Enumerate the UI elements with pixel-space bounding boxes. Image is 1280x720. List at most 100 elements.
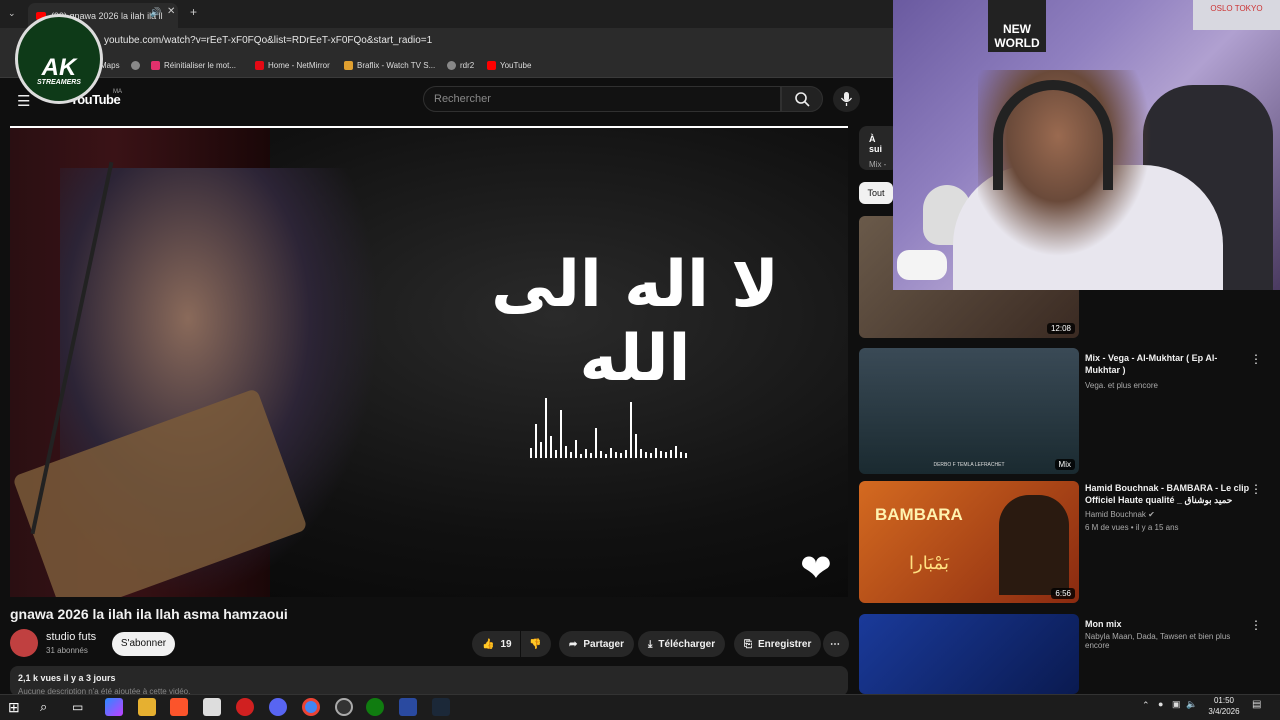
waveform-bar <box>545 398 547 458</box>
playlist-sub: Mix - g <box>869 160 887 170</box>
search-icon <box>795 92 810 107</box>
waveform-bar <box>595 428 597 458</box>
waveform-bar <box>565 446 567 458</box>
webcam-overlay: NEW WORLD OSLO TOKYO <box>893 0 1280 290</box>
related-title[interactable]: Hamid Bouchnak - BAMBARA - Le clip Offic… <box>1085 482 1250 506</box>
brave-icon[interactable] <box>170 698 188 716</box>
steam-icon[interactable] <box>432 698 450 716</box>
dislike-button[interactable]: 👎 <box>521 631 551 657</box>
globe-icon <box>131 61 140 70</box>
video-arabic-overlay: لا اله الى الله <box>491 248 779 396</box>
share-button[interactable]: ➦ Partager <box>559 631 634 657</box>
bookmark-netmirror[interactable]: Home - NetMirror <box>255 61 330 70</box>
windows-taskbar <box>0 694 1280 720</box>
search-input[interactable]: Rechercher <box>423 86 781 112</box>
waveform-bar <box>590 453 592 458</box>
tray-chevron-icon[interactable]: ⌃ <box>1142 700 1150 711</box>
url-field[interactable]: youtube.com/watch?v=rEeT-xF0FQo&list=RDr… <box>104 35 432 46</box>
waveform-bar <box>635 434 637 458</box>
waveform-bar <box>630 402 632 458</box>
taskbar-search-icon[interactable]: ⌕ <box>40 698 58 716</box>
related-thumbnail-3[interactable]: BAMBARA بَمْبَارا 6:56 <box>859 481 1079 603</box>
waveform-bar <box>655 448 657 458</box>
bookmark-label: rdr2 <box>460 61 475 70</box>
waveform-bar <box>660 451 662 458</box>
related-title[interactable]: Mon mix <box>1085 618 1250 630</box>
volume-icon[interactable]: 🔈 <box>1186 699 1197 710</box>
voice-search-button[interactable] <box>833 86 860 112</box>
waveform-bar <box>580 454 582 458</box>
waveform-bar <box>555 450 557 458</box>
channel-name-text: Hamid Bouchnak <box>1085 510 1146 519</box>
windows-start-icon[interactable]: ⊞ <box>8 698 26 716</box>
channel-avatar[interactable] <box>10 629 38 657</box>
headset <box>993 80 1113 190</box>
bookmark-maps[interactable]: Maps <box>100 61 120 70</box>
thumbnail-text: BAMBARA <box>875 505 963 524</box>
search-button[interactable] <box>781 86 823 112</box>
related-title[interactable]: Mix - Vega - Al-Mukhtar ( Ep Al-Mukhtar … <box>1085 352 1250 376</box>
discord-icon[interactable] <box>269 698 287 716</box>
close-tab-icon[interactable]: ✕ <box>167 6 175 17</box>
share-icon: ➦ <box>569 638 578 650</box>
waveform-bar <box>610 448 612 458</box>
region-code: MA <box>113 89 122 95</box>
related-channel: Nabyla Maan, Dada, Tawsen et bien plus e… <box>1085 632 1231 650</box>
waveform-bar <box>640 449 642 458</box>
video-duration: 6:56 <box>1051 588 1075 599</box>
more-actions-button[interactable]: ⋯ <box>823 631 849 657</box>
like-button[interactable]: 👍 19 <box>472 631 520 657</box>
bookmark-instagram[interactable]: Réinitialiser le mot... <box>151 61 236 70</box>
speaker-icon[interactable]: 🔊 <box>150 7 161 18</box>
like-count: 19 <box>500 638 512 650</box>
filter-chip-all[interactable]: Tout <box>859 182 893 204</box>
bookmark-icon: ⎘ <box>744 638 752 650</box>
save-button[interactable]: ⎘ Enregistrer <box>734 631 822 657</box>
notification-icon[interactable]: ▤ <box>1252 699 1261 710</box>
game-controller <box>897 250 947 280</box>
app-icon-red[interactable] <box>236 698 254 716</box>
file-explorer-icon[interactable] <box>138 698 156 716</box>
instagram-icon <box>151 61 160 70</box>
thumbnail-person <box>999 495 1069 595</box>
related-thumbnail-2[interactable]: DERBO F TEMLA LEFRACHET Mix <box>859 348 1079 474</box>
subscribe-button[interactable]: S'abonner <box>112 632 175 656</box>
bookmark-rdr2[interactable]: rdr2 <box>447 61 474 70</box>
globe-icon <box>447 61 456 70</box>
bookmark-braflix[interactable]: Braflix - Watch TV S... <box>344 61 435 70</box>
new-tab-icon[interactable]: + <box>190 5 197 19</box>
related-thumbnail-4[interactable] <box>859 614 1079 694</box>
verified-icon: ✔ <box>1148 510 1155 519</box>
copilot-icon[interactable] <box>105 698 123 716</box>
app-icon-circle[interactable] <box>335 698 353 716</box>
more-vertical-icon[interactable]: ⋮ <box>1250 482 1262 496</box>
video-player[interactable]: لا اله الى الله ❤ <box>10 126 848 597</box>
bookmark-label: Maps <box>100 61 120 70</box>
channel-name[interactable]: studio futs <box>46 631 96 643</box>
netmirror-icon <box>255 61 264 70</box>
menu-icon[interactable]: ☰ <box>17 92 30 110</box>
waveform-bar <box>575 440 577 458</box>
clock-time: 01:50 <box>1213 696 1235 705</box>
more-vertical-icon[interactable]: ⋮ <box>1250 618 1262 632</box>
xbox-icon[interactable] <box>366 698 384 716</box>
chrome-icon[interactable] <box>302 698 320 716</box>
store-icon[interactable] <box>203 698 221 716</box>
tray-mic-icon[interactable]: ● <box>1158 699 1163 709</box>
views-and-date: 2,1 k vues il y a 3 jours <box>18 673 116 683</box>
system-clock[interactable]: 01:50 3/4/2026 <box>1200 695 1248 717</box>
download-button[interactable]: ⤓ Télécharger <box>638 631 726 657</box>
waveform-bar <box>650 453 652 458</box>
download-icon: ⤓ <box>648 638 653 650</box>
bookmark-label: Braflix - Watch TV S... <box>357 61 436 70</box>
waveform-bar <box>620 453 622 458</box>
bookmark-youtube[interactable]: YouTube <box>487 61 531 70</box>
tab-list-chevron-icon[interactable]: ⌄ <box>8 8 16 19</box>
bookmark-globe[interactable] <box>131 61 140 70</box>
task-view-icon[interactable]: ▭ <box>72 698 90 716</box>
app-icon-blue[interactable] <box>399 698 417 716</box>
network-icon[interactable]: ▣ <box>1172 699 1181 710</box>
waveform-bar <box>530 448 532 458</box>
download-label: Télécharger <box>658 638 716 650</box>
more-vertical-icon[interactable]: ⋮ <box>1250 352 1262 366</box>
